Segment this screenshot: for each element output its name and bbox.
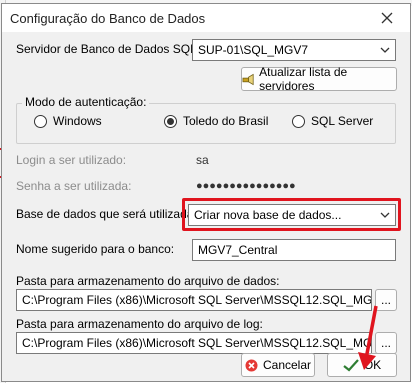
auth-mode-legend: Modo de autenticação:	[22, 95, 150, 109]
server-value: SUP-01\SQL_MGV7	[198, 43, 309, 57]
close-button[interactable]	[364, 4, 410, 32]
password-field: ●●●●●●●●●●●●●●●	[196, 180, 296, 192]
chevron-down-icon	[380, 45, 390, 55]
title-bar: Configuração do Banco de Dados	[2, 4, 410, 32]
auth-option-windows[interactable]: Windows	[34, 114, 102, 128]
window-title: Configuração do Banco de Dados	[10, 11, 206, 26]
auth-option-sqlserver[interactable]: SQL Server	[292, 114, 373, 128]
database-label: Base de dados que será utilizada:	[16, 207, 197, 221]
radio-toledo-selected	[164, 114, 177, 128]
red-arrow-icon	[358, 305, 378, 370]
suggested-name-label: Nome sugerido para o banco:	[16, 242, 175, 256]
radio-sqlserver	[292, 114, 305, 128]
suggested-name-input[interactable]: MGV7_Central	[192, 239, 396, 261]
auth-option-label: Windows	[53, 114, 102, 128]
chevron-down-icon	[380, 210, 390, 220]
refresh-servers-label: Atualizar lista de servidores	[259, 65, 348, 93]
close-icon	[381, 12, 393, 24]
login-field: sa	[196, 153, 209, 167]
login-label: Login a ser utilizado:	[16, 153, 127, 167]
auth-option-label: SQL Server	[311, 114, 374, 128]
data-folder-input[interactable]: C:\Program Files (x86)\Microsoft SQL Ser…	[16, 289, 372, 311]
auth-option-toledo[interactable]: Toledo do Brasil	[164, 114, 268, 128]
database-value: Criar nova base de dados...	[194, 208, 342, 222]
password-label: Senha a ser utilizada:	[16, 179, 132, 193]
cancel-icon	[245, 359, 258, 371]
cancel-label: Cancelar	[262, 358, 312, 372]
server-select[interactable]: SUP-01\SQL_MGV7	[192, 39, 396, 61]
database-config-dialog: Configuração do Banco de Dados Servidor …	[1, 3, 411, 382]
log-folder-input[interactable]: C:\Program Files (x86)\Microsoft SQL Ser…	[16, 332, 372, 354]
cancel-button[interactable]: Cancelar	[241, 353, 315, 377]
auth-option-label: Toledo do Brasil	[183, 114, 269, 128]
flashlight-icon	[242, 73, 254, 85]
refresh-servers-button[interactable]: Atualizar lista de servidores	[241, 65, 397, 93]
log-folder-label: Pasta para armazenamento do arquivo de l…	[16, 317, 263, 331]
database-select[interactable]: Criar nova base de dados...	[188, 204, 396, 226]
radio-windows	[34, 114, 47, 128]
server-label: Servidor de Banco de Dados SQL:	[16, 42, 201, 56]
data-folder-label: Pasta para armazenamento do arquivo de d…	[16, 274, 280, 288]
